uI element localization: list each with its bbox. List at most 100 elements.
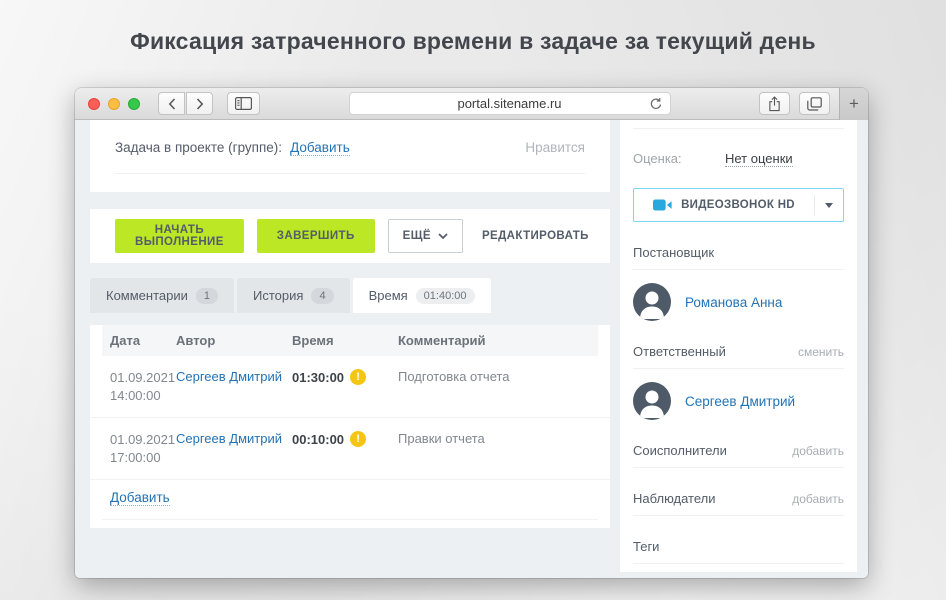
start-task-button[interactable]: НАЧАТЬ ВЫПОЛНЕНИЕ bbox=[115, 219, 244, 253]
minimize-button[interactable] bbox=[108, 98, 120, 110]
tab-overview-button[interactable] bbox=[799, 92, 830, 115]
row-date: 01.09.2021 17:00:00 bbox=[110, 431, 176, 466]
tab-comments-badge: 1 bbox=[196, 288, 218, 304]
reload-icon bbox=[649, 97, 663, 111]
new-tab-button[interactable]: + bbox=[839, 88, 868, 120]
row-duration: 00:10:00 bbox=[292, 432, 344, 447]
row-date: 01.09.2021 14:00:00 bbox=[110, 369, 176, 404]
avatar[interactable] bbox=[633, 382, 671, 420]
person-icon bbox=[633, 382, 671, 420]
tab-time-label: Время bbox=[369, 288, 408, 303]
like-link[interactable]: Нравится bbox=[525, 140, 585, 155]
share-button[interactable] bbox=[759, 92, 790, 115]
observers-section: Наблюдатели добавить bbox=[633, 491, 844, 516]
window-controls bbox=[88, 98, 140, 110]
warning-icon[interactable]: ! bbox=[350, 431, 366, 447]
caret-down-icon bbox=[825, 203, 833, 208]
tab-history-label: История bbox=[253, 288, 303, 303]
task-main-column: Задача в проекте (группе): Добавить Нрав… bbox=[75, 120, 620, 578]
divider bbox=[633, 368, 844, 369]
page-title: Фиксация затраченного времени в задаче з… bbox=[0, 28, 946, 55]
coexecutors-section: Соисполнители добавить bbox=[633, 443, 844, 468]
tags-section-title: Теги bbox=[633, 539, 659, 554]
change-responsible-link[interactable]: сменить bbox=[798, 345, 844, 359]
col-header-date: Дата bbox=[110, 333, 176, 348]
divider bbox=[115, 173, 585, 174]
finish-task-button[interactable]: ЗАВЕРШИТЬ bbox=[257, 219, 375, 253]
add-observer-link[interactable]: добавить bbox=[792, 492, 844, 506]
chevron-down-icon bbox=[438, 233, 448, 239]
row-date-time: 17:00:00 bbox=[110, 449, 176, 467]
tab-time-badge: 01:40:00 bbox=[416, 288, 475, 304]
task-page: Задача в проекте (группе): Добавить Нрав… bbox=[75, 120, 868, 578]
video-call-button[interactable]: ВИДЕОЗВОНОК HD bbox=[633, 188, 844, 222]
forward-button[interactable] bbox=[186, 92, 213, 115]
responsible-name-link[interactable]: Сергеев Дмитрий bbox=[685, 394, 795, 409]
row-comment: Подготовка отчета bbox=[398, 369, 590, 384]
video-call-dropdown[interactable] bbox=[815, 189, 843, 221]
task-sidebar: Оценка: Нет оценки ВИДЕОЗВОНОК HD bbox=[620, 120, 857, 572]
sidebar-toggle-button[interactable] bbox=[227, 92, 260, 115]
tab-history-badge: 4 bbox=[311, 288, 333, 304]
edit-button[interactable]: РЕДАКТИРОВАТЬ bbox=[476, 219, 595, 253]
tags-section: Теги добавить bbox=[633, 539, 844, 578]
responsible-section: Ответственный сменить Сергеев Дмитрий bbox=[633, 344, 844, 420]
tab-time[interactable]: Время 01:40:00 bbox=[353, 278, 491, 313]
project-add-link[interactable]: Добавить bbox=[290, 140, 350, 156]
author-name-link[interactable]: Романова Анна bbox=[685, 295, 782, 310]
plus-icon: + bbox=[849, 94, 859, 114]
chevron-left-icon bbox=[168, 98, 176, 110]
table-row: 01.09.2021 17:00:00 Сергеев Дмитрий 00:1… bbox=[90, 418, 610, 480]
rating-label: Оценка: bbox=[633, 151, 725, 167]
responsible-person: Сергеев Дмитрий bbox=[633, 382, 844, 420]
chevron-right-icon bbox=[196, 98, 204, 110]
video-camera-icon bbox=[653, 199, 672, 211]
task-tabs: Комментарии 1 История 4 Время 01:40:00 bbox=[90, 278, 610, 313]
browser-window: portal.sitename.ru bbox=[75, 88, 868, 578]
observers-section-title: Наблюдатели bbox=[633, 491, 716, 506]
col-header-author: Автор bbox=[176, 333, 292, 348]
row-author-link[interactable]: Сергеев Дмитрий bbox=[176, 369, 282, 384]
author-section: Постановщик Романова Анна bbox=[633, 245, 844, 321]
reload-button[interactable] bbox=[649, 97, 663, 111]
share-icon bbox=[768, 96, 781, 112]
coexecutors-section-title: Соисполнители bbox=[633, 443, 727, 458]
person-icon bbox=[633, 283, 671, 321]
divider bbox=[633, 563, 844, 564]
task-project-card: Задача в проекте (группе): Добавить Нрав… bbox=[90, 120, 610, 192]
author-person: Романова Анна bbox=[633, 283, 844, 321]
back-button[interactable] bbox=[158, 92, 185, 115]
sidebar-icon bbox=[235, 97, 252, 110]
row-date-day: 01.09.2021 bbox=[110, 369, 176, 387]
tabs-icon bbox=[807, 97, 822, 111]
divider bbox=[633, 128, 844, 129]
divider bbox=[633, 269, 844, 270]
row-date-time: 14:00:00 bbox=[110, 387, 176, 405]
zoom-button[interactable] bbox=[128, 98, 140, 110]
url-text: portal.sitename.ru bbox=[457, 96, 561, 111]
warning-icon[interactable]: ! bbox=[350, 369, 366, 385]
close-button[interactable] bbox=[88, 98, 100, 110]
col-header-comment: Комментарий bbox=[398, 333, 590, 348]
row-duration: 01:30:00 bbox=[292, 370, 344, 385]
tab-history[interactable]: История 4 bbox=[237, 278, 350, 313]
more-button[interactable]: ЕЩЁ bbox=[388, 219, 463, 253]
divider bbox=[102, 519, 598, 520]
more-button-label: ЕЩЁ bbox=[403, 230, 431, 242]
table-row: 01.09.2021 14:00:00 Сергеев Дмитрий 01:3… bbox=[90, 356, 610, 418]
task-actions-card: НАЧАТЬ ВЫПОЛНЕНИЕ ЗАВЕРШИТЬ ЕЩЁ РЕДАКТИР… bbox=[90, 209, 610, 263]
row-date-day: 01.09.2021 bbox=[110, 431, 176, 449]
project-label: Задача в проекте (группе): bbox=[115, 140, 282, 155]
video-call-label: ВИДЕОЗВОНОК HD bbox=[681, 199, 795, 211]
add-time-entry-link[interactable]: Добавить bbox=[110, 490, 170, 506]
row-author-link[interactable]: Сергеев Дмитрий bbox=[176, 431, 282, 446]
tab-comments[interactable]: Комментарии 1 bbox=[90, 278, 234, 313]
add-coexecutor-link[interactable]: добавить bbox=[792, 444, 844, 458]
tab-comments-label: Комментарии bbox=[106, 288, 188, 303]
time-table-header: Дата Автор Время Комментарий bbox=[102, 325, 598, 356]
author-section-title: Постановщик bbox=[633, 245, 714, 260]
address-bar[interactable]: portal.sitename.ru bbox=[349, 92, 671, 115]
browser-toolbar: portal.sitename.ru bbox=[75, 88, 868, 120]
rating-value[interactable]: Нет оценки bbox=[725, 151, 793, 167]
avatar[interactable] bbox=[633, 283, 671, 321]
